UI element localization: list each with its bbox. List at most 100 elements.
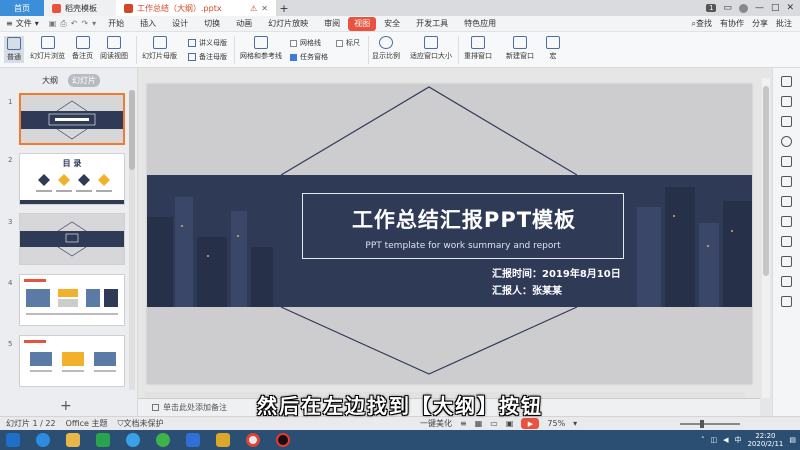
notes-toggle-icon[interactable]: ≡: [460, 419, 467, 428]
notification-center-icon[interactable]: ▤: [789, 436, 796, 444]
notes-page-button[interactable]: 备注页: [72, 36, 93, 61]
slide-thumbnail-4[interactable]: [19, 274, 125, 326]
play-slideshow-button[interactable]: ▶: [521, 418, 540, 429]
cloud-app-icon[interactable]: [126, 433, 140, 447]
menu-item-home[interactable]: 开始: [100, 17, 132, 31]
folder-icon[interactable]: [216, 433, 230, 447]
network-icon[interactable]: ◫: [710, 436, 717, 444]
slide-sorter-button[interactable]: 幻灯片浏览: [30, 36, 65, 61]
arrange-windows-button[interactable]: 重排窗口: [464, 36, 492, 61]
menu-item-slideshow[interactable]: 幻灯片放映: [260, 17, 316, 31]
file-explorer-icon[interactable]: [66, 433, 80, 447]
tray-arrow-icon[interactable]: ˄: [701, 436, 705, 444]
save-icon[interactable]: ▣: [49, 19, 57, 28]
slide-thumbnail-3[interactable]: [19, 213, 125, 265]
avatar[interactable]: [738, 3, 748, 13]
wps-writer-icon[interactable]: [186, 433, 200, 447]
zoom-dropdown-icon[interactable]: ▾: [573, 419, 577, 428]
theme-name[interactable]: Office 主题: [66, 418, 108, 429]
task-pane-checkbox[interactable]: 任务窗格: [290, 52, 328, 62]
sorter-view-icon[interactable]: ▦: [475, 419, 483, 428]
protection-status[interactable]: ⛉文档未保护: [118, 418, 164, 429]
share-icon[interactable]: [781, 236, 792, 247]
properties-icon[interactable]: [781, 176, 792, 187]
format-icon[interactable]: [781, 116, 792, 127]
menu-item-view[interactable]: 视图: [348, 16, 377, 31]
tab-templates[interactable]: 稻壳模板: [44, 0, 116, 16]
menu-item-features[interactable]: 特色应用: [456, 17, 504, 31]
tab-outline[interactable]: 大纲: [38, 74, 62, 87]
current-slide[interactable]: 工作总结汇报PPT模板 PPT template for work summar…: [147, 84, 752, 384]
maximize-icon[interactable]: □: [771, 3, 780, 13]
vertical-scrollbar[interactable]: [762, 78, 770, 398]
menu-item-transition[interactable]: 切换: [196, 17, 228, 31]
animation-icon[interactable]: [781, 136, 792, 147]
search-button[interactable]: ⌕查找: [692, 18, 712, 29]
normal-view-icon[interactable]: ▣: [506, 419, 514, 428]
store-icon[interactable]: [96, 433, 110, 447]
shape-icon[interactable]: [781, 96, 792, 107]
edge-browser-icon[interactable]: [156, 433, 170, 447]
comment-button[interactable]: 批注: [776, 18, 792, 29]
slide-thumbnail-2[interactable]: 目 录: [19, 153, 125, 205]
handout-master-button[interactable]: 讲义母版: [188, 38, 227, 48]
settings-icon[interactable]: [781, 276, 792, 287]
new-tab-button[interactable]: +: [276, 0, 292, 16]
menu-item-developer[interactable]: 开发工具: [408, 17, 456, 31]
thumbnail-scrollbar[interactable]: [129, 90, 135, 390]
zoom-slider[interactable]: [680, 423, 740, 425]
transition-icon[interactable]: [781, 156, 792, 167]
zoom-slider-handle[interactable]: [700, 420, 704, 428]
new-window-button[interactable]: 新建窗口: [506, 36, 534, 61]
undo-icon[interactable]: ↶: [71, 19, 78, 28]
zoom-button[interactable]: 显示比例: [372, 36, 400, 61]
collapse-icon[interactable]: [781, 296, 792, 307]
menu-item-review[interactable]: 审阅: [316, 17, 348, 31]
menu-item-security[interactable]: 安全: [376, 17, 408, 31]
menu-item-design[interactable]: 设计: [164, 17, 196, 31]
slide-thumbnail-5[interactable]: [19, 335, 125, 387]
backup-icon[interactable]: [781, 216, 792, 227]
file-menu[interactable]: ≡ 文件 ▾: [0, 18, 45, 29]
close-tab-icon[interactable]: ✕: [261, 4, 268, 13]
menu-item-insert[interactable]: 插入: [132, 17, 164, 31]
ruler-checkbox[interactable]: 标尺: [336, 38, 360, 48]
grid-guides-button[interactable]: 网格和参考线: [240, 36, 282, 61]
tab-document[interactable]: 工作总结（大纲）.pptx ⚠ ✕: [116, 0, 276, 16]
gridlines-checkbox[interactable]: 网格线: [290, 38, 321, 48]
reading-view-icon[interactable]: ▭: [490, 419, 498, 428]
tab-home[interactable]: 首页: [0, 0, 44, 16]
scrollbar-thumb[interactable]: [763, 86, 769, 276]
close-window-icon[interactable]: ✕: [786, 3, 794, 13]
slide-master-button[interactable]: 幻灯片母版: [142, 36, 177, 61]
layout-icon[interactable]: ▭: [723, 3, 732, 13]
macro-button[interactable]: 宏: [546, 36, 560, 61]
volume-icon[interactable]: ◀: [723, 436, 728, 444]
recorder-icon[interactable]: [276, 433, 290, 447]
warning-icon[interactable]: ⚠: [250, 4, 257, 13]
system-clock[interactable]: 22:20 2020/2/11: [747, 432, 783, 448]
redo-icon[interactable]: ↷: [81, 19, 88, 28]
fit-window-button[interactable]: 适应窗口大小: [410, 36, 452, 61]
template-library-icon[interactable]: [781, 196, 792, 207]
menu-item-animation[interactable]: 动画: [228, 17, 260, 31]
windows-start-icon[interactable]: [6, 433, 20, 447]
beautify-button[interactable]: 一键美化: [420, 418, 452, 429]
notification-badge[interactable]: 1: [705, 4, 717, 12]
tab-slides[interactable]: 幻灯片: [68, 74, 100, 87]
zoom-level[interactable]: 75%: [547, 419, 565, 428]
chevron-down-icon[interactable]: ▾: [92, 19, 96, 28]
select-icon[interactable]: [781, 76, 792, 87]
ime-indicator[interactable]: 中: [734, 435, 741, 445]
slide-thumbnail-1[interactable]: [19, 93, 125, 145]
help-icon[interactable]: [781, 256, 792, 267]
normal-view-button[interactable]: 普通: [4, 36, 24, 63]
share-button[interactable]: 分享: [752, 18, 768, 29]
collab-button[interactable]: 有协作: [720, 18, 744, 29]
scrollbar-thumb[interactable]: [129, 90, 135, 170]
minimize-icon[interactable]: —: [755, 3, 764, 13]
ie-browser-icon[interactable]: [36, 433, 50, 447]
chrome-icon[interactable]: [246, 433, 260, 447]
reading-view-button[interactable]: 阅读视图: [100, 36, 128, 61]
notes-master-button[interactable]: 备注母版: [188, 52, 227, 62]
